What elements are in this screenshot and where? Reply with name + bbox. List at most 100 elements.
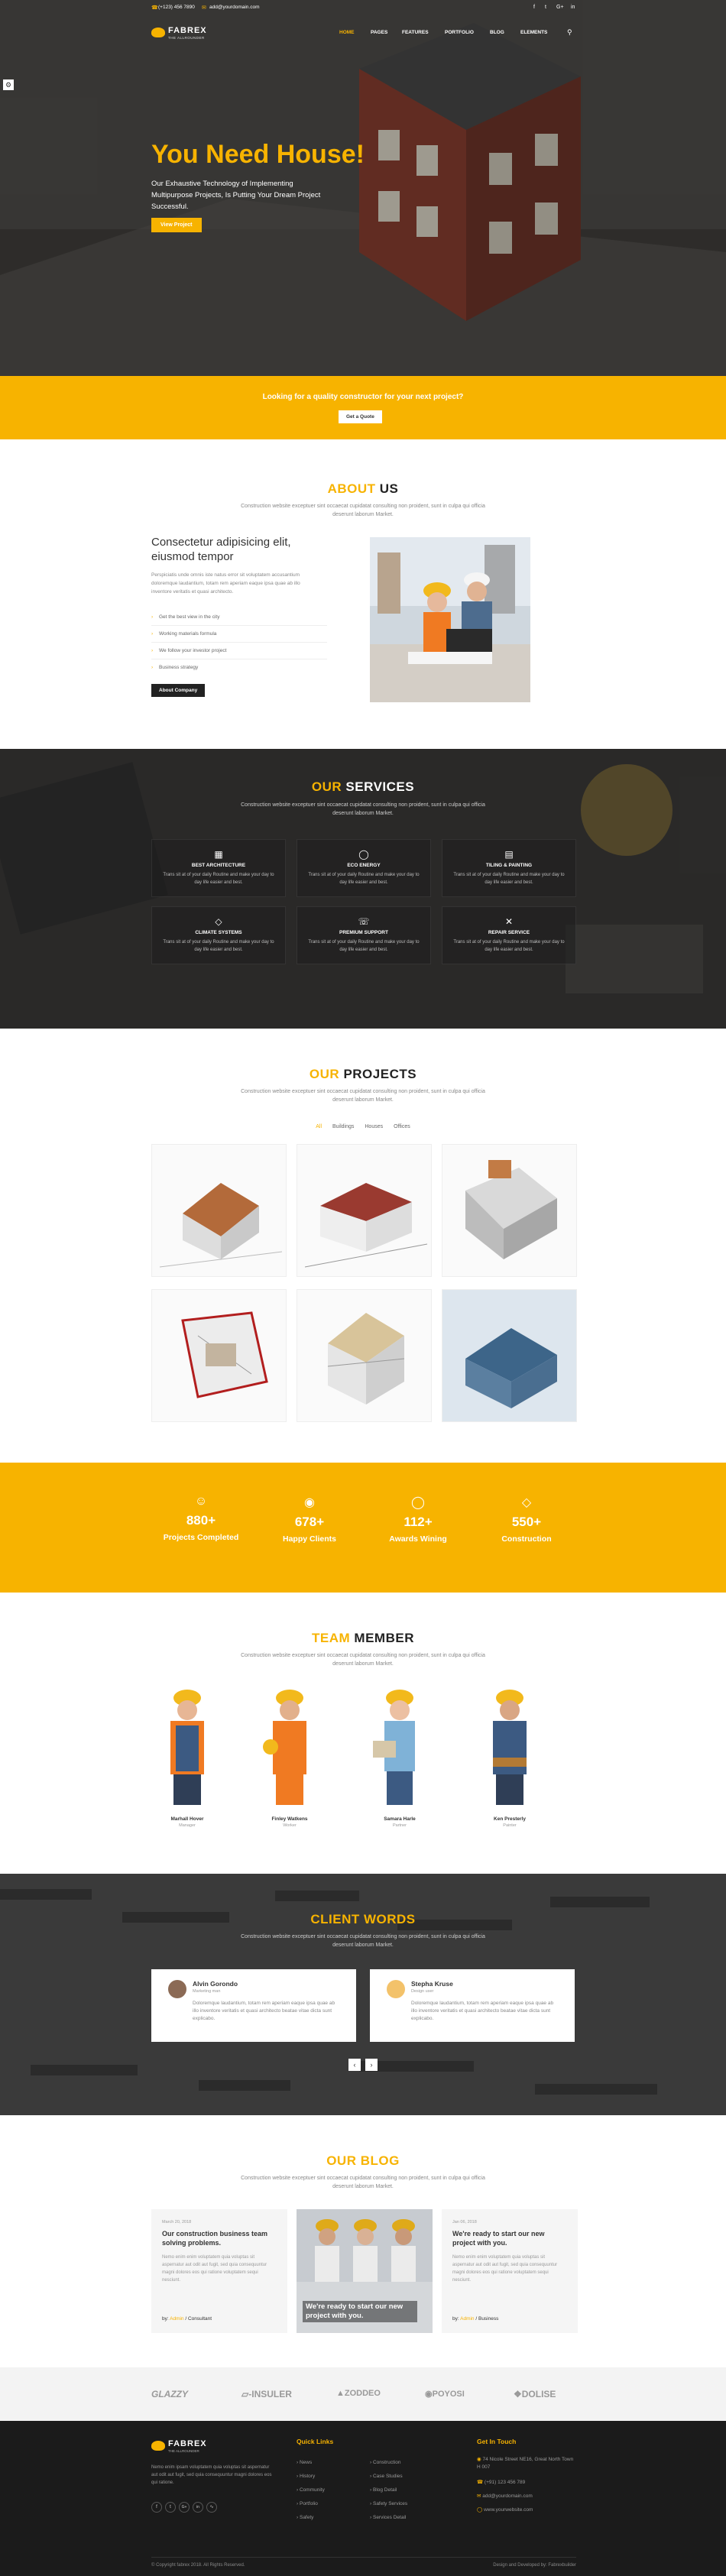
testimonials-title: CLIENT WORDS xyxy=(310,1912,416,1926)
get-quote-button[interactable]: Get a Quote xyxy=(339,410,382,423)
googleplus-icon[interactable]: G+ xyxy=(556,5,564,10)
client-logo[interactable]: ▲ZODDEO xyxy=(336,2389,381,2398)
credit: Design and Developed by: Fabrexbuilder xyxy=(493,2563,576,2568)
counter-number: 550+ xyxy=(511,1515,542,1529)
main-nav: FABREX THE ALLROUNDER HOME PAGES FEATURE… xyxy=(151,23,576,43)
service-card[interactable]: ◇ CLIMATE SYSTEMS Trans sit at of your d… xyxy=(151,906,286,964)
testimonial-card: Alvin Gorondo Marketing man Doloremque l… xyxy=(151,1969,356,2042)
team-member-photo xyxy=(373,1690,415,1805)
mail-icon: ✉ xyxy=(477,2493,481,2499)
post-title[interactable]: We're ready to start our new project wit… xyxy=(452,2229,567,2247)
footer-link[interactable]: › History xyxy=(297,2470,365,2484)
project-item[interactable] xyxy=(151,1289,287,1422)
counters-section: ☺ 880+ Projects Completed ◉ 678+ Happy C… xyxy=(0,1463,726,1593)
team-member[interactable]: Marhall Hover Manager xyxy=(145,1687,229,1828)
nav-portfolio[interactable]: PORTFOLIO xyxy=(445,30,474,35)
services-section: OUR SERVICES Construction website except… xyxy=(0,749,726,1029)
topbar-email[interactable]: add@yourdomain.com xyxy=(209,5,260,10)
filter-buildings[interactable]: Buildings xyxy=(332,1124,354,1129)
footer-link[interactable]: › Portfolio xyxy=(297,2497,365,2511)
team-member-photo xyxy=(170,1690,204,1805)
project-image xyxy=(297,1145,431,1276)
topbar-phone[interactable]: (+123) 456 7890 xyxy=(158,5,195,10)
facebook-icon[interactable]: f xyxy=(533,5,535,10)
nav-home[interactable]: HOME xyxy=(339,30,355,35)
globe-icon: ◯ xyxy=(477,2507,483,2513)
zoddeo-mark-icon: ▲ xyxy=(336,2389,345,2398)
service-card[interactable]: ▤ TILING & PAINTING Trans sit at of your… xyxy=(442,839,576,897)
hero-section: ☎ (+123) 456 7890 ✉ add@yourdomain.com f… xyxy=(0,0,726,376)
blog-post[interactable]: Jan 06, 2018 We're ready to start our ne… xyxy=(442,2209,578,2333)
project-item[interactable] xyxy=(297,1144,432,1277)
client-logo[interactable]: ▱-INSULER xyxy=(241,2389,292,2399)
counter-label: Construction xyxy=(501,1534,552,1544)
team-member[interactable]: Ken Presterly Painter xyxy=(468,1687,552,1828)
googleplus-icon[interactable]: G+ xyxy=(179,2502,190,2513)
nav-blog[interactable]: BLOG xyxy=(490,30,504,35)
about-company-button[interactable]: About Company xyxy=(151,684,206,697)
team-member[interactable]: Samara Harle Partner xyxy=(358,1687,442,1828)
location-icon: ◉ xyxy=(477,2457,481,2462)
project-item[interactable] xyxy=(151,1144,287,1277)
client-logo[interactable]: ◉POYOSI xyxy=(425,2389,465,2399)
footer-link[interactable]: › Case Studies xyxy=(370,2470,439,2484)
linkedin-icon[interactable]: in xyxy=(193,2502,203,2513)
quick-links-title: Quick Links xyxy=(297,2438,334,2445)
nav-pages[interactable]: PAGES xyxy=(371,30,387,35)
footer-link[interactable]: › Safety xyxy=(297,2511,365,2525)
team-member-photo xyxy=(493,1690,527,1805)
twitter-icon[interactable]: t xyxy=(165,2502,176,2513)
footer-link[interactable]: › News xyxy=(297,2456,365,2470)
about-list: › Get the best view in the city › Working … xyxy=(151,609,327,676)
linkedin-icon[interactable]: in xyxy=(571,5,575,10)
tools-icon: ✕ xyxy=(504,916,514,927)
contact-email[interactable]: ✉ add@yourdomain.com xyxy=(477,2490,576,2503)
blog-post-featured[interactable]: We're ready to start our new project wit… xyxy=(297,2209,433,2333)
brand-name: FABREX xyxy=(168,2439,207,2448)
filter-offices[interactable]: Offices xyxy=(394,1124,410,1129)
footer-link[interactable]: › Community xyxy=(297,2484,365,2497)
service-text: Trans sit at of your daily Routine and m… xyxy=(308,873,420,885)
nav-elements[interactable]: ELEMENTS xyxy=(520,30,547,35)
list-item: › Get the best view in the city xyxy=(151,609,327,626)
footer-link[interactable]: › Safety Services xyxy=(370,2497,439,2511)
service-card[interactable]: ▦ BEST ARCHITECTURE Trans sit at of your… xyxy=(151,839,286,897)
view-project-button[interactable]: View Project xyxy=(151,218,202,232)
service-card[interactable]: ✕ REPAIR SERVICE Trans sit at of your da… xyxy=(442,906,576,964)
next-arrow-button[interactable]: › xyxy=(365,2059,378,2071)
client-logo[interactable]: ❖DOLISE xyxy=(514,2389,556,2399)
about-title: ABOUT US xyxy=(327,481,399,496)
featured-post-title[interactable]: We're ready to start our new project wit… xyxy=(303,2301,417,2322)
list-item: › We follow your investor project xyxy=(151,643,327,659)
blog-post[interactable]: March 20, 2018 Our construction business… xyxy=(151,2209,287,2333)
service-card[interactable]: ☏ PREMIUM SUPPORT Trans sit at of your d… xyxy=(297,906,431,964)
rss-icon[interactable]: ∿ xyxy=(206,2502,217,2513)
about-workers-image xyxy=(370,537,530,702)
filter-houses[interactable]: Houses xyxy=(365,1124,383,1129)
contact-website[interactable]: ◯ www.yourwebsite.com xyxy=(477,2503,576,2517)
settings-gear-icon[interactable]: ⚙ xyxy=(3,79,14,90)
twitter-icon[interactable]: t xyxy=(545,5,546,10)
project-item[interactable] xyxy=(442,1289,577,1422)
footer-link[interactable]: › Blog Detail xyxy=(370,2484,439,2497)
project-image xyxy=(152,1145,286,1276)
client-logo[interactable]: GLAZZY xyxy=(151,2389,188,2399)
contact-phone[interactable]: ☎ (+91) 123 456 789 xyxy=(477,2476,576,2490)
footer-logo[interactable]: FABREX THE ALLROUNDER xyxy=(151,2438,220,2456)
project-item[interactable] xyxy=(297,1289,432,1422)
search-icon[interactable]: ⚲ xyxy=(567,28,572,37)
team-subtitle: Construction website exceptuer sint occa… xyxy=(241,1653,485,1667)
nav-features[interactable]: FEATURES xyxy=(402,30,429,35)
filter-all[interactable]: All xyxy=(316,1124,322,1129)
prev-arrow-button[interactable]: ‹ xyxy=(348,2059,361,2071)
project-item[interactable] xyxy=(442,1144,577,1277)
facebook-icon[interactable]: f xyxy=(151,2502,162,2513)
diamond-icon: ◇ xyxy=(215,916,222,927)
logo[interactable]: FABREX THE ALLROUNDER xyxy=(151,24,220,43)
team-member[interactable]: Finley Watkens Worker xyxy=(248,1687,332,1828)
post-title[interactable]: Our construction business team solving p… xyxy=(162,2229,277,2247)
service-card[interactable]: ◯ ECO ENERGY Trans sit at of your daily … xyxy=(297,839,431,897)
footer-link[interactable]: › Services Detail xyxy=(370,2511,439,2525)
footer-link[interactable]: › Construction xyxy=(370,2456,439,2470)
blog-subtitle: Construction website exceptuer sint occa… xyxy=(241,2176,485,2189)
